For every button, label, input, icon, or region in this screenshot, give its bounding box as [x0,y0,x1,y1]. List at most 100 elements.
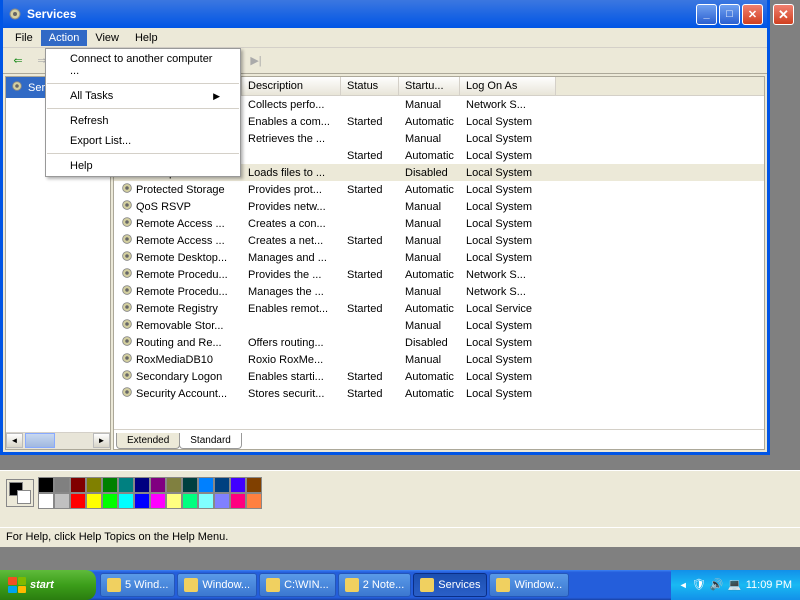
cell-status: Started [341,149,399,163]
col-logon[interactable]: Log On As [460,77,556,95]
col-description[interactable]: Description [242,77,341,95]
color-swatch[interactable] [102,493,118,509]
menu-file[interactable]: File [7,30,41,46]
task-item[interactable]: Window... [177,573,257,597]
scroll-right-icon[interactable]: ► [93,433,110,448]
back-button[interactable]: ⇐ [7,50,29,72]
maximize-button[interactable]: □ [719,4,740,25]
scroll-left-icon[interactable]: ◄ [6,433,23,448]
task-item[interactable]: C:\WIN... [259,573,336,597]
service-row[interactable]: Remote RegistryEnables remot...StartedAu… [114,300,764,317]
dd-help[interactable]: Help [46,156,240,176]
cell-desc: Offers routing... [242,336,341,350]
cell-logon: Local System [460,115,556,129]
service-row[interactable]: Removable Stor...ManualLocal System [114,317,764,334]
dd-help-label: Help [70,160,93,172]
service-row[interactable]: Security Account...Stores securit...Star… [114,385,764,402]
color-swatch[interactable] [182,493,198,509]
tray-icon[interactable]: 💻 [728,578,742,592]
dd-exportlist[interactable]: Export List... [46,131,240,151]
service-row[interactable]: Remote Access ...Creates a net...Started… [114,232,764,249]
minimize-button[interactable]: _ [696,4,717,25]
color-swatch[interactable] [198,477,214,493]
dd-refresh-label: Refresh [70,115,109,127]
service-row[interactable]: RoxMediaDB10Roxio RoxMe...ManualLocal Sy… [114,351,764,368]
cell-desc [242,155,341,157]
col-startup[interactable]: Startu... [399,77,460,95]
start-button[interactable]: start [0,570,96,600]
close-button[interactable]: ✕ [742,4,763,25]
color-swatch[interactable] [38,477,54,493]
tray-icon[interactable]: 🔊 [710,578,724,592]
color-swatch[interactable] [182,477,198,493]
menu-view[interactable]: View [87,30,127,46]
task-item[interactable]: Services [413,573,487,597]
scroll-thumb[interactable] [25,433,55,448]
service-row[interactable]: Remote Procedu...Provides the ...Started… [114,266,764,283]
cell-desc [242,325,341,327]
color-swatch[interactable] [214,477,230,493]
service-row[interactable]: Remote Procedu...Manages the ...ManualNe… [114,283,764,300]
task-icon [420,578,434,592]
tab-standard[interactable]: Standard [179,433,242,449]
color-swatch[interactable] [118,493,134,509]
task-item[interactable]: 5 Wind... [100,573,175,597]
dd-refresh[interactable]: Refresh [46,111,240,131]
color-swatch[interactable] [86,477,102,493]
titlebar[interactable]: Services _ □ ✕ [3,0,767,28]
color-swatch[interactable] [198,493,214,509]
color-swatch[interactable] [54,493,70,509]
dd-alltasks[interactable]: All Tasks▶ [46,86,240,106]
color-swatch[interactable] [230,477,246,493]
cell-desc: Provides netw... [242,200,341,214]
outer-close-button[interactable]: ✕ [773,4,794,25]
color-swatch[interactable] [102,477,118,493]
service-row[interactable]: Secondary LogonEnables starti...StartedA… [114,368,764,385]
cell-status [341,342,399,344]
cell-desc: Creates a net... [242,234,341,248]
tree-hscroll[interactable]: ◄ ► [6,432,110,449]
cell-startup: Automatic [399,149,460,163]
dd-connect[interactable]: Connect to another computer ... [46,49,240,81]
cell-status [341,359,399,361]
menu-help[interactable]: Help [127,30,166,46]
color-swatch[interactable] [166,493,182,509]
color-swatch[interactable] [70,493,86,509]
tray-icon[interactable]: 🛡 [692,578,706,592]
gear-icon [10,79,24,96]
service-row[interactable]: Remote Access ...Creates a con...ManualL… [114,215,764,232]
menu-action[interactable]: Action [41,30,88,46]
service-row[interactable]: Protected StorageProvides prot...Started… [114,181,764,198]
service-row[interactable]: QoS RSVPProvides netw...ManualLocal Syst… [114,198,764,215]
color-swatch[interactable] [214,493,230,509]
system-tray[interactable]: ◄ 🛡 🔊 💻 11:09 PM [671,570,800,600]
task-item[interactable]: Window... [489,573,569,597]
cell-desc: Enables starti... [242,370,341,384]
menubar: File Action View Help [3,28,767,48]
task-item[interactable]: 2 Note... [338,573,412,597]
tray-arrow-icon[interactable]: ◄ [679,580,688,590]
color-swatch[interactable] [166,477,182,493]
task-label: Window... [514,579,562,591]
color-swatch[interactable] [150,493,166,509]
color-swatch[interactable] [70,477,86,493]
color-swatch[interactable] [54,477,70,493]
color-swatch[interactable] [134,493,150,509]
color-swatch[interactable] [86,493,102,509]
color-swatch[interactable] [134,477,150,493]
tab-extended[interactable]: Extended [116,433,180,449]
clock[interactable]: 11:09 PM [746,579,792,591]
color-swatch[interactable] [246,493,262,509]
color-swatch[interactable] [118,477,134,493]
cell-logon: Local System [460,132,556,146]
color-swatch[interactable] [150,477,166,493]
service-row[interactable]: Routing and Re...Offers routing...Disabl… [114,334,764,351]
color-swatch[interactable] [246,477,262,493]
service-row[interactable]: Remote Desktop...Manages and ...ManualLo… [114,249,764,266]
color-swatch[interactable] [38,493,54,509]
current-colors[interactable] [6,479,34,507]
cell-status [341,138,399,140]
color-swatch[interactable] [230,493,246,509]
col-status[interactable]: Status [341,77,399,95]
dd-export-label: Export List... [70,135,131,147]
